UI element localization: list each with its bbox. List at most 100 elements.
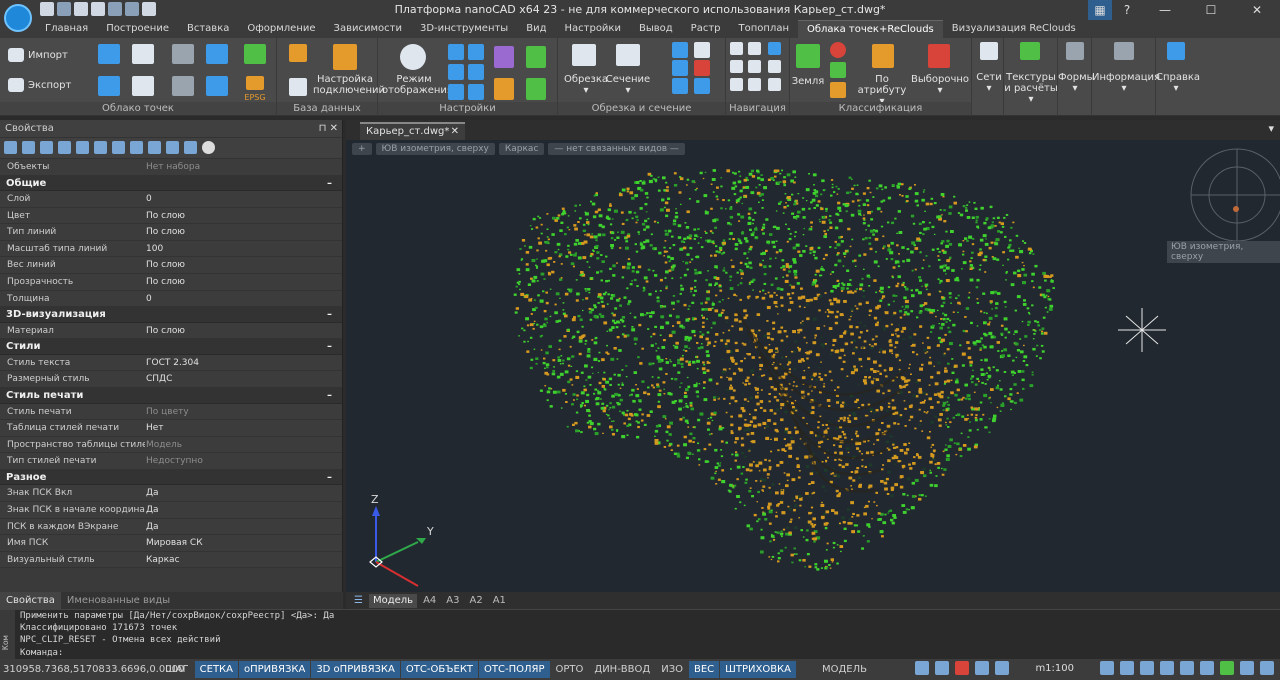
clip-slice-icon[interactable] xyxy=(672,78,688,94)
ribbon-tab[interactable]: Визуализация ReClouds xyxy=(943,20,1085,38)
ribbon-tab[interactable]: Вид xyxy=(517,20,555,38)
select-add-icon[interactable] xyxy=(4,141,17,154)
prop-section-header[interactable]: Стиль печати – xyxy=(0,388,342,404)
rgb-tree-icon[interactable] xyxy=(526,46,546,68)
status-toggle[interactable]: ОТС-ОБЪЕКТ xyxy=(400,661,479,678)
prop-section-header[interactable]: Стили – xyxy=(0,339,342,355)
toggle-view-icon[interactable] xyxy=(166,141,179,154)
tab-a1[interactable]: A1 xyxy=(489,594,510,608)
clip-box-icon[interactable] xyxy=(672,42,688,58)
tree-height-icon[interactable] xyxy=(526,78,546,100)
status-toggle[interactable]: ИЗО xyxy=(656,661,688,678)
zoom-window-icon[interactable] xyxy=(1140,661,1154,675)
prop-value[interactable]: По слою xyxy=(146,257,185,274)
select-window-icon[interactable] xyxy=(40,141,53,154)
cloud-tool-icon[interactable] xyxy=(98,44,120,64)
status-toggle[interactable]: ДИН-ВВОД xyxy=(589,661,655,678)
prop-value[interactable]: По слою xyxy=(146,208,185,225)
status-toggle[interactable]: ШАГ xyxy=(160,661,194,678)
prop-value[interactable]: Модель xyxy=(146,437,182,454)
help-circle-icon[interactable] xyxy=(202,141,215,154)
status-toggle[interactable]: ОРТО xyxy=(551,661,589,678)
ribbon-tab[interactable]: Топоплан xyxy=(730,20,798,38)
light-icon[interactable] xyxy=(935,661,950,675)
status-toggle[interactable]: ШТРИХОВКА xyxy=(720,661,796,678)
prop-value[interactable]: По слою xyxy=(146,323,185,340)
select-similar-icon[interactable] xyxy=(112,141,125,154)
class-tree-icon[interactable] xyxy=(830,62,846,78)
nets-button[interactable]: Сети ▾ xyxy=(974,72,1004,94)
points-icon[interactable] xyxy=(172,44,194,64)
tab-a4[interactable]: A4 xyxy=(419,594,440,608)
deselect-icon[interactable] xyxy=(148,141,161,154)
prop-value[interactable]: ГОСТ 2.304 xyxy=(146,355,199,372)
refresh-icon[interactable] xyxy=(1220,661,1234,675)
select-all-icon[interactable] xyxy=(76,141,89,154)
nav-pan-icon[interactable] xyxy=(768,60,781,73)
prop-section-header[interactable]: Разное – xyxy=(0,469,342,486)
quick-select-icon[interactable] xyxy=(130,141,143,154)
prop-value[interactable]: Нет xyxy=(146,420,164,437)
display-mode-button[interactable]: Режим отображения xyxy=(382,74,453,96)
clip-button[interactable]: Обрезка ▾ xyxy=(562,74,610,96)
pin-close-icon[interactable]: ⊓ ✕ xyxy=(319,120,338,137)
nav-zoom-icon[interactable] xyxy=(748,60,761,73)
tabs-dropdown-icon[interactable]: ▾ xyxy=(1268,122,1274,135)
view-top-icon[interactable] xyxy=(448,64,464,80)
tab-a3[interactable]: A3 xyxy=(442,594,463,608)
ribbon-tab[interactable]: Вставка xyxy=(178,20,238,38)
app-logo-icon[interactable] xyxy=(4,4,32,32)
intensity-brush-icon[interactable] xyxy=(494,78,514,100)
status-toggle[interactable]: оПРИВЯЗКА xyxy=(239,661,311,678)
close-tab-icon[interactable]: ✕ xyxy=(451,124,459,139)
ribbon-tab[interactable]: Вывод xyxy=(630,20,682,38)
tab-named-views[interactable]: Именованные виды xyxy=(61,592,176,610)
prop-value[interactable]: Да xyxy=(146,485,159,502)
prop-value[interactable]: Мировая СК xyxy=(146,535,203,552)
collapse-icon[interactable]: – xyxy=(327,388,332,404)
connect-settings-button[interactable]: Настройка подключений xyxy=(313,74,385,96)
annotation-icon[interactable] xyxy=(915,661,930,675)
ground-button[interactable]: Земля xyxy=(790,76,826,87)
tab-model[interactable]: Модель xyxy=(368,593,418,608)
help-button[interactable]: ? xyxy=(1112,0,1142,20)
status-toggle[interactable]: 3D оПРИВЯЗКА xyxy=(311,661,400,678)
region-icon[interactable] xyxy=(206,44,228,64)
view-front-icon[interactable] xyxy=(448,84,464,100)
ribbon-tab[interactable]: Растр xyxy=(682,20,730,38)
collapse-icon[interactable]: – xyxy=(327,307,332,323)
layouts-menu-icon[interactable]: ☰ xyxy=(350,594,367,608)
pickadd-icon[interactable] xyxy=(184,141,197,154)
nav-walk-icon[interactable] xyxy=(730,60,743,73)
export-button[interactable]: Экспорт xyxy=(8,78,78,92)
nav-fly-icon[interactable] xyxy=(748,42,761,55)
maximize-button[interactable]: ☐ xyxy=(1188,0,1234,20)
navcube-label[interactable]: ЮВ изометрия, сверху xyxy=(1167,241,1280,263)
view-side-icon[interactable] xyxy=(468,64,484,80)
help-ref-button[interactable]: Справка ▾ xyxy=(1156,72,1200,94)
view-iso-icon[interactable] xyxy=(468,84,484,100)
collapse-icon[interactable]: – xyxy=(327,470,332,486)
swivel-icon[interactable] xyxy=(1200,661,1214,675)
forms-button[interactable]: Формы ▾ xyxy=(1058,72,1095,94)
cloud-box-icon[interactable] xyxy=(98,76,120,96)
pin-red-icon[interactable] xyxy=(955,661,970,675)
prop-value[interactable]: 0 xyxy=(146,191,152,208)
ribbon-tab[interactable]: Оформление xyxy=(238,20,324,38)
prop-value[interactable]: Каркас xyxy=(146,552,180,569)
cloud-edit-icon[interactable] xyxy=(132,76,154,96)
prop-value[interactable]: Да xyxy=(146,519,159,536)
nav-hand-icon[interactable] xyxy=(730,78,743,91)
drawing-viewport[interactable]: + ЮВ изометрия, сверху Каркас — нет связ… xyxy=(346,140,1280,592)
db-icon[interactable] xyxy=(289,44,307,62)
import-button[interactable]: Импорт xyxy=(8,48,78,62)
clip-poly-icon[interactable] xyxy=(672,60,688,76)
prop-value[interactable]: 100 xyxy=(146,241,163,258)
clip-invert-icon[interactable] xyxy=(694,78,710,94)
cloud-fill-icon[interactable] xyxy=(206,76,228,96)
tab-a2[interactable]: A2 xyxy=(465,594,486,608)
settings-icon[interactable] xyxy=(1260,661,1274,675)
minimize-button[interactable]: — xyxy=(1142,0,1188,20)
prop-value[interactable]: По цвету xyxy=(146,404,189,421)
view-cube-icon[interactable] xyxy=(468,44,484,60)
